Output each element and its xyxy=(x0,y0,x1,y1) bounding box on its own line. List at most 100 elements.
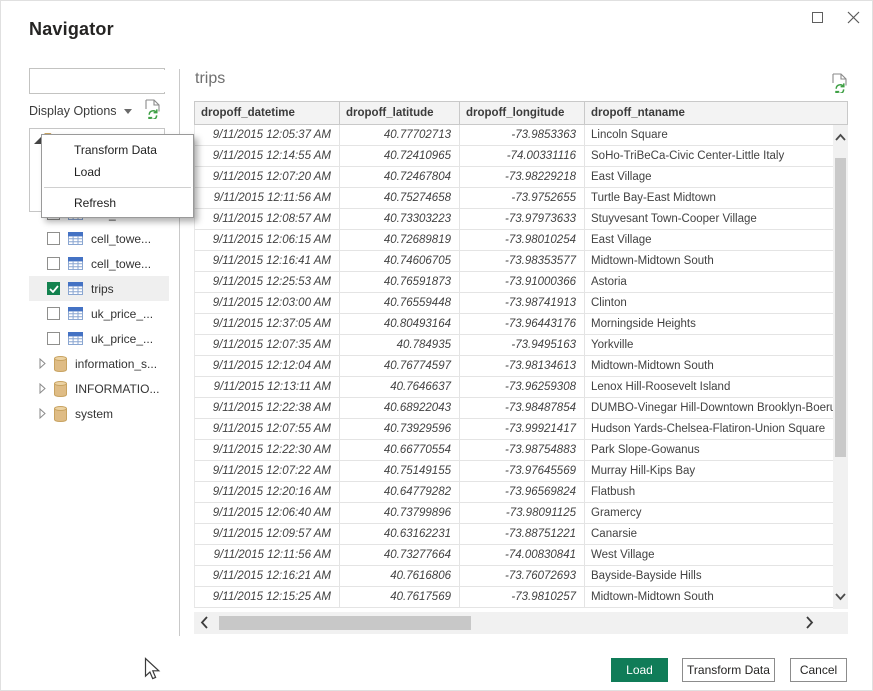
vertical-scroll-thumb[interactable] xyxy=(835,158,846,457)
table-row[interactable]: 9/11/2015 12:15:25 AM40.7617569-73.98102… xyxy=(194,587,848,608)
column-header-dropoff-latitude[interactable]: dropoff_latitude xyxy=(340,102,460,124)
column-header-dropoff-datetime[interactable]: dropoff_datetime xyxy=(195,102,340,124)
cell-dropoff-ntaname: Bayside-Bayside Hills xyxy=(585,566,833,586)
checkbox[interactable] xyxy=(47,307,60,320)
cell-dropoff-longitude: -73.98754883 xyxy=(460,440,585,460)
cell-dropoff-latitude: 40.72467804 xyxy=(340,167,460,187)
tree-item-information-s[interactable]: information_s... xyxy=(29,351,169,376)
refresh-preview-button[interactable] xyxy=(831,73,848,98)
menu-item-load[interactable]: Load xyxy=(42,161,193,183)
collapsed-arrow-icon[interactable] xyxy=(39,383,46,394)
tree-item-uk-price[interactable]: uk_price_... xyxy=(29,301,169,326)
table-row[interactable]: 9/11/2015 12:08:57 AM40.73303223-73.9797… xyxy=(194,209,848,230)
table-row[interactable]: 9/11/2015 12:06:40 AM40.73799896-73.9809… xyxy=(194,503,848,524)
table-row[interactable]: 9/11/2015 12:13:11 AM40.7646637-73.96259… xyxy=(194,377,848,398)
cell-dropoff-longitude: -74.00331116 xyxy=(460,146,585,166)
transform-data-button[interactable]: Transform Data xyxy=(682,658,775,682)
tree-item-uk-price[interactable]: uk_price_... xyxy=(29,326,169,351)
table-row[interactable]: 9/11/2015 12:05:37 AM40.77702713-73.9853… xyxy=(194,125,848,146)
checkbox[interactable] xyxy=(47,232,60,245)
tree-item-system[interactable]: system xyxy=(29,401,169,426)
checkbox[interactable] xyxy=(47,332,60,345)
cell-dropoff-ntaname: Turtle Bay-East Midtown xyxy=(585,188,833,208)
table-icon xyxy=(68,232,83,245)
scroll-right-icon[interactable] xyxy=(805,615,814,630)
table-row[interactable]: 9/11/2015 12:07:22 AM40.75149155-73.9764… xyxy=(194,461,848,482)
column-header-dropoff-ntaname[interactable]: dropoff_ntaname xyxy=(585,102,847,124)
close-button[interactable] xyxy=(842,7,864,27)
table-row[interactable]: 9/11/2015 12:12:04 AM40.76774597-73.9813… xyxy=(194,356,848,377)
cell-dropoff-latitude: 40.77702713 xyxy=(340,125,460,145)
table-row[interactable]: 9/11/2015 12:07:20 AM40.72467804-73.9822… xyxy=(194,167,848,188)
display-options-label: Display Options xyxy=(29,104,117,118)
close-icon xyxy=(847,11,860,24)
cell-dropoff-datetime: 9/11/2015 12:09:57 AM xyxy=(195,524,340,544)
refresh-document-icon xyxy=(144,99,161,119)
cell-dropoff-longitude: -73.9853363 xyxy=(460,125,585,145)
search-input[interactable] xyxy=(30,70,193,92)
horizontal-scrollbar[interactable] xyxy=(194,612,848,634)
scroll-left-icon[interactable] xyxy=(200,615,209,630)
table-row[interactable]: 9/11/2015 12:11:56 AM40.73277664-74.0083… xyxy=(194,545,848,566)
cell-dropoff-longitude: -73.98010254 xyxy=(460,230,585,250)
table-row[interactable]: 9/11/2015 12:06:15 AM40.72689819-73.9801… xyxy=(194,230,848,251)
horizontal-scroll-thumb[interactable] xyxy=(219,616,471,630)
cell-dropoff-ntaname: Yorkville xyxy=(585,335,833,355)
cell-dropoff-latitude: 40.784935 xyxy=(340,335,460,355)
tree-item-label: uk_price_... xyxy=(91,307,153,321)
cell-dropoff-latitude: 40.75274658 xyxy=(340,188,460,208)
menu-item-transform-data[interactable]: Transform Data xyxy=(42,139,193,161)
table-row[interactable]: 9/11/2015 12:14:55 AM40.72410965-74.0033… xyxy=(194,146,848,167)
table-row[interactable]: 9/11/2015 12:07:35 AM40.784935-73.949516… xyxy=(194,335,848,356)
cell-dropoff-datetime: 9/11/2015 12:15:25 AM xyxy=(195,587,340,607)
cell-dropoff-ntaname: Morningside Heights xyxy=(585,314,833,334)
cell-dropoff-datetime: 9/11/2015 12:03:00 AM xyxy=(195,293,340,313)
table-header-row: dropoff_datetime dropoff_latitude dropof… xyxy=(194,101,848,125)
table-row[interactable]: 9/11/2015 12:07:55 AM40.73929596-73.9992… xyxy=(194,419,848,440)
tree-item-label: cell_towe... xyxy=(91,232,151,246)
cell-dropoff-longitude: -73.97973633 xyxy=(460,209,585,229)
cell-dropoff-ntaname: Lincoln Square xyxy=(585,125,833,145)
scroll-up-icon[interactable] xyxy=(834,133,847,142)
table-icon xyxy=(68,257,83,270)
tree-item-cell-towe[interactable]: cell_towe... xyxy=(29,251,169,276)
cell-dropoff-latitude: 40.66770554 xyxy=(340,440,460,460)
display-options-dropdown[interactable]: Display Options xyxy=(29,104,132,118)
table-row[interactable]: 9/11/2015 12:22:38 AM40.68922043-73.9848… xyxy=(194,398,848,419)
cell-dropoff-ntaname: West Village xyxy=(585,545,833,565)
cell-dropoff-ntaname: Gramercy xyxy=(585,503,833,523)
refresh-list-button[interactable] xyxy=(144,99,161,124)
table-row[interactable]: 9/11/2015 12:22:30 AM40.66770554-73.9875… xyxy=(194,440,848,461)
table-row[interactable]: 9/11/2015 12:03:00 AM40.76559448-73.9874… xyxy=(194,293,848,314)
vertical-scrollbar[interactable] xyxy=(833,125,848,609)
collapsed-arrow-icon[interactable] xyxy=(39,358,46,369)
table-row[interactable]: 9/11/2015 12:09:57 AM40.63162231-73.8875… xyxy=(194,524,848,545)
table-row[interactable]: 9/11/2015 12:16:21 AM40.7616806-73.76072… xyxy=(194,566,848,587)
tree-item-trips[interactable]: trips xyxy=(29,276,169,301)
cell-dropoff-ntaname: Midtown-Midtown South xyxy=(585,356,833,376)
cell-dropoff-ntaname: DUMBO-Vinegar Hill-Downtown Brooklyn-Boe… xyxy=(585,398,833,418)
scroll-down-icon[interactable] xyxy=(834,592,847,601)
table-row[interactable]: 9/11/2015 12:37:05 AM40.80493164-73.9644… xyxy=(194,314,848,335)
cell-dropoff-longitude: -73.96443176 xyxy=(460,314,585,334)
cell-dropoff-longitude: -73.96569824 xyxy=(460,482,585,502)
checkbox[interactable] xyxy=(47,282,60,295)
cell-dropoff-longitude: -73.98741913 xyxy=(460,293,585,313)
table-row[interactable]: 9/11/2015 12:20:16 AM40.64779282-73.9656… xyxy=(194,482,848,503)
cancel-button[interactable]: Cancel xyxy=(790,658,847,682)
menu-item-refresh[interactable]: Refresh xyxy=(42,192,193,214)
column-header-dropoff-longitude[interactable]: dropoff_longitude xyxy=(460,102,585,124)
checkbox[interactable] xyxy=(47,257,60,270)
table-row[interactable]: 9/11/2015 12:11:56 AM40.75274658-73.9752… xyxy=(194,188,848,209)
collapsed-arrow-icon[interactable] xyxy=(39,408,46,419)
cell-dropoff-longitude: -73.98229218 xyxy=(460,167,585,187)
tree-item-cell-towe[interactable]: cell_towe... xyxy=(29,226,169,251)
cell-dropoff-longitude: -73.96259308 xyxy=(460,377,585,397)
cell-dropoff-ntaname: Canarsie xyxy=(585,524,833,544)
cell-dropoff-datetime: 9/11/2015 12:05:37 AM xyxy=(195,125,340,145)
table-row[interactable]: 9/11/2015 12:16:41 AM40.74606705-73.9835… xyxy=(194,251,848,272)
table-row[interactable]: 9/11/2015 12:25:53 AM40.76591873-73.9100… xyxy=(194,272,848,293)
load-button[interactable]: Load xyxy=(611,658,668,682)
tree-item-informatio[interactable]: INFORMATIO... xyxy=(29,376,169,401)
maximize-button[interactable] xyxy=(806,7,828,27)
